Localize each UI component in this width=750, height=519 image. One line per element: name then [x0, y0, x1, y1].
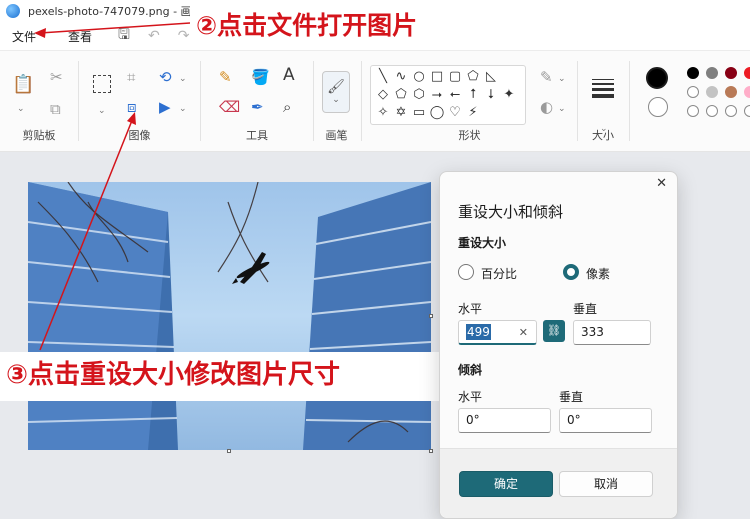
resize-section-label: 重设大小	[458, 236, 507, 250]
percent-label: 百分比	[481, 267, 518, 281]
skew-horizontal-label: 水平	[458, 390, 483, 404]
height-value: 333	[581, 325, 604, 339]
percent-radio[interactable]	[458, 264, 474, 280]
skew-horizontal-input[interactable]: 0°	[458, 408, 551, 433]
annotation-step2: ②点击文件打开图片	[190, 4, 496, 49]
close-icon[interactable]: ✕	[656, 176, 667, 191]
resize-skew-dialog: ✕ 重设大小和倾斜 重设大小 百分比 像素 水平 垂直 499 ✕ ⛓ 333 …	[439, 171, 678, 519]
pixel-label: 像素	[586, 267, 611, 281]
skew-vertical-label: 垂直	[559, 390, 584, 404]
vertical-label: 垂直	[573, 302, 598, 316]
width-input[interactable]: 499 ✕	[458, 320, 537, 345]
ok-button[interactable]: 确定	[459, 471, 553, 497]
skew-horizontal-value: 0°	[466, 413, 480, 427]
link-aspect-button[interactable]: ⛓	[543, 320, 565, 342]
skew-vertical-input[interactable]: 0°	[559, 408, 652, 433]
dialog-title: 重设大小和倾斜	[458, 203, 564, 221]
skew-vertical-value: 0°	[567, 413, 581, 427]
height-input[interactable]: 333	[573, 320, 651, 345]
width-value: 499	[466, 324, 491, 340]
annotation-step3: ③点击重设大小修改图片尺寸	[0, 352, 440, 401]
pixel-radio[interactable]	[563, 264, 579, 280]
link-icon: ⛓	[547, 324, 561, 337]
dialog-footer: 确定 取消	[440, 448, 677, 518]
skew-section-label: 倾斜	[458, 363, 483, 377]
horizontal-label: 水平	[458, 302, 483, 316]
cancel-button[interactable]: 取消	[559, 471, 653, 497]
clear-icon[interactable]: ✕	[519, 321, 528, 344]
